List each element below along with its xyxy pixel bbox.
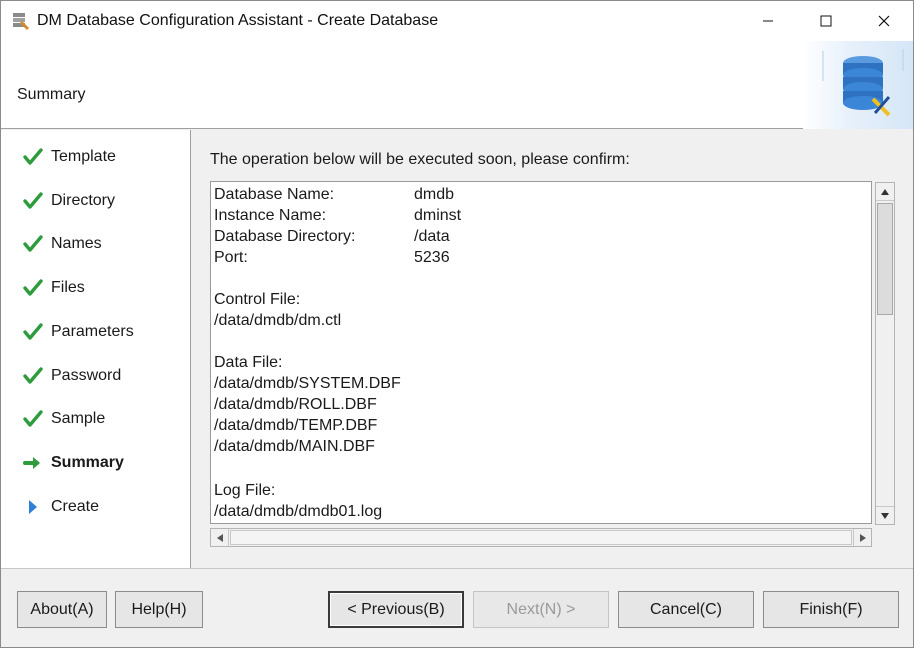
triangle-right-icon (23, 497, 43, 517)
vertical-scrollbar[interactable] (875, 182, 895, 525)
dialog-window: DM Database Configuration Assistant - Cr… (0, 0, 914, 648)
step-password: Password (23, 363, 121, 389)
summary-line: Database Directory: /data (214, 226, 450, 247)
instance-name-label: Instance Name: (214, 207, 327, 224)
next-button[interactable]: Next(N) > (473, 591, 609, 628)
step-label: Password (51, 367, 122, 384)
close-button[interactable] (855, 1, 913, 41)
check-icon (23, 322, 43, 342)
summary-line: Database Name: dmdb (214, 184, 454, 205)
scroll-up-button[interactable] (876, 183, 894, 201)
port-value: 5236 (414, 249, 450, 266)
data-file-path: /data/dmdb/TEMP.DBF (214, 417, 378, 434)
title-bar: DM Database Configuration Assistant - Cr… (1, 1, 913, 41)
triangle-left-icon (216, 533, 223, 542)
check-icon (23, 234, 43, 254)
log-file-label: Log File: (214, 482, 276, 499)
scroll-down-button[interactable] (876, 506, 894, 524)
triangle-down-icon (881, 512, 889, 519)
step-label: Parameters (51, 323, 134, 340)
scroll-left-button[interactable] (211, 529, 229, 546)
cancel-button[interactable]: Cancel(C) (618, 591, 754, 628)
step-directory: Directory (23, 188, 115, 214)
db-directory-label: Database Directory: (214, 228, 356, 245)
summary-line: Port: 5236 (214, 247, 450, 268)
step-template: Template (23, 144, 116, 170)
database-config-icon (822, 49, 904, 117)
step-summary: Summary (23, 450, 124, 476)
step-label: Sample (51, 410, 106, 427)
step-label: Files (51, 279, 85, 296)
horizontal-scrollbar[interactable] (210, 528, 872, 547)
step-label: Template (51, 148, 116, 165)
summary-line: Instance Name: dminst (214, 205, 461, 226)
maximize-button[interactable] (797, 1, 855, 41)
wizard-steps-sidebar: Template Directory Names Files Parameter… (1, 130, 191, 568)
page-title: Summary (17, 86, 86, 103)
about-button[interactable]: About(A) (17, 591, 107, 628)
wizard-footer: About(A) Help(H) < Previous(B) Next(N) >… (1, 568, 913, 647)
triangle-right-icon (859, 533, 866, 542)
window-title: DM Database Configuration Assistant - Cr… (37, 12, 439, 29)
previous-button[interactable]: < Previous(B) (328, 591, 464, 628)
wizard-header: Summary (1, 41, 913, 129)
confirm-prompt: The operation below will be executed soo… (210, 151, 630, 168)
step-sample: Sample (23, 406, 105, 432)
check-icon (23, 278, 43, 298)
check-icon (23, 147, 43, 167)
close-icon (878, 15, 890, 27)
step-label: Names (51, 235, 102, 252)
scroll-right-button[interactable] (853, 529, 871, 546)
control-file-label: Control File: (214, 291, 301, 308)
summary-panel: The operation below will be executed soo… (192, 130, 913, 568)
help-button[interactable]: Help(H) (115, 591, 203, 628)
step-label: Summary (51, 454, 124, 471)
minimize-icon (763, 20, 773, 22)
step-label: Directory (51, 192, 116, 209)
maximize-icon (820, 15, 832, 27)
database-app-icon (13, 13, 29, 30)
step-label: Create (51, 498, 100, 515)
db-name-value: dmdb (414, 186, 455, 203)
horizontal-scroll-thumb[interactable] (230, 530, 852, 545)
minimize-button[interactable] (739, 1, 797, 41)
step-names: Names (23, 231, 102, 257)
db-directory-value: /data (414, 228, 450, 245)
step-parameters: Parameters (23, 319, 134, 345)
data-file-path: /data/dmdb/SYSTEM.DBF (214, 375, 401, 392)
data-file-path: /data/dmdb/MAIN.DBF (214, 438, 375, 455)
port-label: Port: (214, 249, 248, 266)
data-file-path: /data/dmdb/ROLL.DBF (214, 396, 377, 413)
summary-textarea[interactable]: Database Name: dmdb Instance Name: dminst … (210, 181, 872, 524)
step-files: Files (23, 275, 85, 301)
finish-button[interactable]: Finish(F) (763, 591, 899, 628)
vertical-scroll-thumb[interactable] (877, 203, 893, 315)
db-name-label: Database Name: (214, 186, 335, 203)
check-icon (23, 409, 43, 429)
data-file-label: Data File: (214, 354, 283, 371)
header-banner (803, 41, 913, 129)
control-file-path: /data/dmdb/dm.ctl (214, 312, 342, 329)
instance-name-value: dminst (414, 207, 462, 224)
triangle-up-icon (881, 188, 889, 195)
step-create: Create (23, 494, 99, 520)
check-icon (23, 366, 43, 386)
arrow-right-icon (23, 453, 43, 473)
log-file-path: /data/dmdb/dmdb01.log (214, 503, 383, 520)
check-icon (23, 191, 43, 211)
